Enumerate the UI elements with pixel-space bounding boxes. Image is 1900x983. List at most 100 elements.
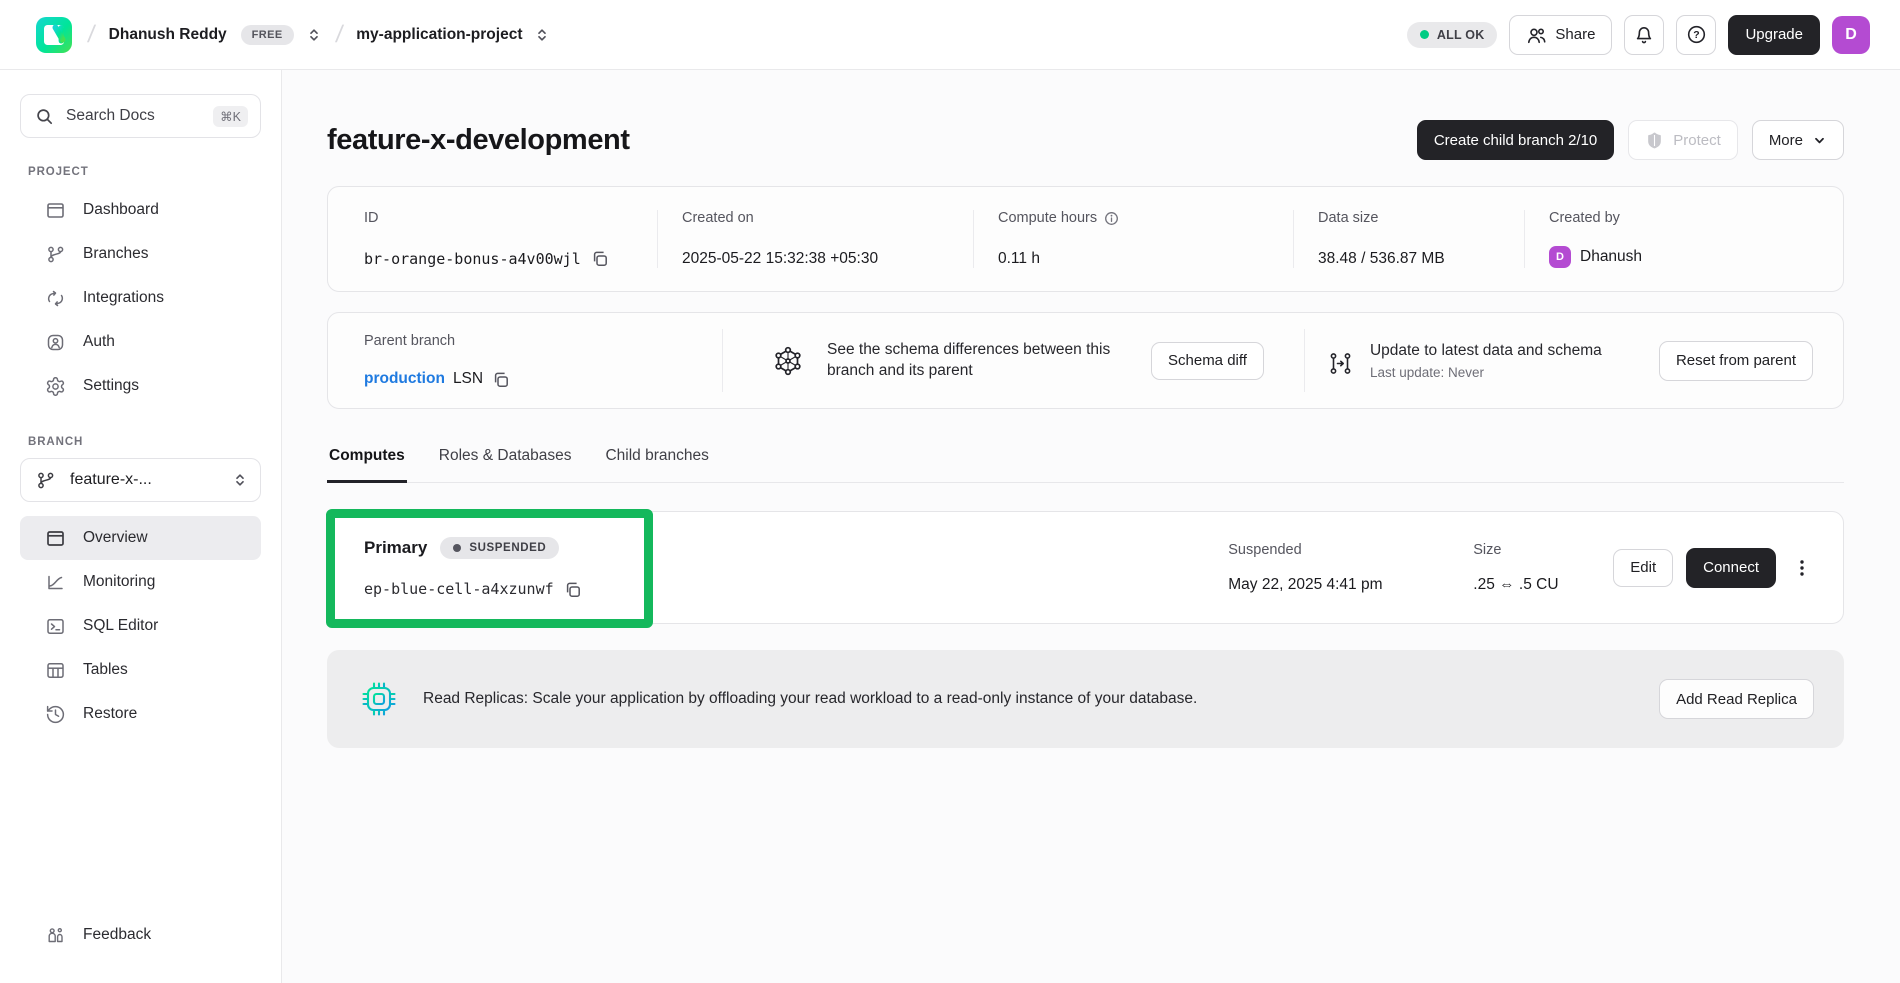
sidebar-item-label: Auth xyxy=(83,333,115,351)
data-size-value: 38.48 / 536.87 MB xyxy=(1318,250,1524,268)
dashboard-icon xyxy=(45,200,66,221)
sidebar-item-dashboard[interactable]: Dashboard xyxy=(20,188,261,232)
sidebar-item-label: Overview xyxy=(83,529,148,547)
created-by-value: Dhanush xyxy=(1580,248,1642,266)
create-child-branch-button[interactable]: Create child branch 2/10 xyxy=(1417,120,1614,160)
suspended-dot-icon xyxy=(453,544,461,552)
feedback-button[interactable]: Feedback xyxy=(20,913,261,957)
sidebar-item-tables[interactable]: Tables xyxy=(20,648,261,692)
tab-child-branches[interactable]: Child branches xyxy=(603,447,710,482)
lsn-label: LSN xyxy=(453,370,483,388)
sidebar-item-integrations[interactable]: Integrations xyxy=(20,276,261,320)
compute-status-badge: SUSPENDED xyxy=(440,537,559,559)
compute-row: Primary SUSPENDED ep-blue-cell-a4xzunwf xyxy=(327,511,1844,624)
sidebar-item-label: Restore xyxy=(83,705,137,723)
more-button[interactable]: More xyxy=(1752,120,1844,160)
plan-badge: FREE xyxy=(241,25,294,45)
created-on-label: Created on xyxy=(682,210,973,226)
page-title: feature-x-development xyxy=(327,124,630,157)
sidebar-item-monitoring[interactable]: Monitoring xyxy=(20,560,261,604)
chip-icon xyxy=(361,681,397,717)
svg-text:?: ? xyxy=(1693,29,1699,41)
read-replica-banner: Read Replicas: Scale your application by… xyxy=(327,650,1844,748)
sidebar-item-label: Integrations xyxy=(83,289,164,307)
copy-icon[interactable] xyxy=(491,370,510,389)
breadcrumb-separator: / xyxy=(334,21,345,49)
suspended-value: May 22, 2025 4:41 pm xyxy=(1228,576,1443,594)
monitoring-icon xyxy=(45,572,66,593)
status-ok-dot-icon xyxy=(1420,30,1429,39)
share-button-label: Share xyxy=(1555,26,1595,43)
sidebar-item-label: Dashboard xyxy=(83,201,159,219)
help-button[interactable]: ? xyxy=(1676,15,1716,55)
branch-selector[interactable]: feature-x-... xyxy=(20,458,261,502)
size-label: Size xyxy=(1473,542,1583,558)
read-replica-description: Read Replicas: Scale your application by… xyxy=(423,690,1633,708)
status-badge[interactable]: ALL OK xyxy=(1407,22,1498,48)
search-docs-input[interactable]: Search Docs ⌘K xyxy=(20,94,261,138)
project-switcher-chevrons-icon[interactable] xyxy=(534,27,550,43)
notifications-button[interactable] xyxy=(1624,15,1664,55)
info-icon[interactable] xyxy=(1104,211,1119,226)
sidebar-item-restore[interactable]: Restore xyxy=(20,692,261,736)
shield-icon xyxy=(1645,131,1664,150)
tables-icon xyxy=(45,660,66,681)
sidebar-item-label: Settings xyxy=(83,377,139,395)
breadcrumb-project[interactable]: my-application-project xyxy=(356,26,522,44)
branch-id-value: br-orange-bonus-a4v00wjl xyxy=(364,250,581,268)
protect-button-label: Protect xyxy=(1673,132,1721,149)
project-section-label: PROJECT xyxy=(28,166,261,178)
creator-avatar: D xyxy=(1549,246,1571,268)
branches-icon xyxy=(45,244,66,265)
share-button[interactable]: Share xyxy=(1509,15,1612,55)
main-content: feature-x-development Create child branc… xyxy=(282,70,1900,983)
compute-hours-label: Compute hours xyxy=(998,210,1097,226)
branch-selector-value: feature-x-... xyxy=(70,471,218,489)
sidebar-item-overview[interactable]: Overview xyxy=(20,516,261,560)
created-on-value: 2025-05-22 15:32:38 +05:30 xyxy=(682,250,973,268)
kebab-menu-icon[interactable] xyxy=(1789,552,1815,584)
parent-branch-link[interactable]: production xyxy=(364,370,445,388)
copy-icon[interactable] xyxy=(563,580,582,599)
overview-icon xyxy=(45,528,66,549)
protect-button[interactable]: Protect xyxy=(1628,120,1738,160)
tab-roles-databases[interactable]: Roles & Databases xyxy=(437,447,574,482)
sidebar-item-label: Tables xyxy=(83,661,128,679)
sidebar-item-label: Branches xyxy=(83,245,148,263)
schema-diff-description: See the schema differences between this … xyxy=(827,340,1129,382)
status-badge-label: ALL OK xyxy=(1437,28,1485,42)
data-size-label: Data size xyxy=(1318,210,1524,226)
branch-section-label: BRANCH xyxy=(28,436,261,448)
schema-diff-button[interactable]: Schema diff xyxy=(1151,342,1264,380)
reset-from-parent-button[interactable]: Reset from parent xyxy=(1659,341,1813,381)
sidebar-item-branches[interactable]: Branches xyxy=(20,232,261,276)
breadcrumb-separator: / xyxy=(86,21,97,49)
integrations-icon xyxy=(45,288,66,309)
sidebar-item-sql-editor[interactable]: SQL Editor xyxy=(20,604,261,648)
copy-icon[interactable] xyxy=(590,249,609,268)
reset-flow-icon xyxy=(1327,350,1354,377)
help-icon: ? xyxy=(1686,24,1707,45)
chevron-down-icon xyxy=(1812,133,1827,148)
connect-button[interactable]: Connect xyxy=(1686,548,1776,588)
branch-tabs: Computes Roles & Databases Child branche… xyxy=(327,447,1844,483)
add-read-replica-button[interactable]: Add Read Replica xyxy=(1659,679,1814,719)
tab-computes[interactable]: Computes xyxy=(327,447,407,483)
org-switcher-chevrons-icon[interactable] xyxy=(306,27,322,43)
endpoint-id-value: ep-blue-cell-a4xzunwf xyxy=(364,580,554,598)
edit-button[interactable]: Edit xyxy=(1613,549,1673,587)
sidebar-item-settings[interactable]: Settings xyxy=(20,364,261,408)
neon-logo-icon[interactable] xyxy=(34,15,74,55)
compute-name: Primary xyxy=(364,538,427,558)
search-icon xyxy=(35,107,54,126)
upgrade-button[interactable]: Upgrade xyxy=(1728,15,1820,55)
created-by-label: Created by xyxy=(1549,210,1843,226)
breadcrumb-org[interactable]: Dhanush Reddy xyxy=(109,26,227,44)
branch-icon xyxy=(35,470,56,491)
sidebar-item-auth[interactable]: Auth xyxy=(20,320,261,364)
user-avatar[interactable]: D xyxy=(1832,16,1870,54)
search-shortcut-badge: ⌘K xyxy=(213,106,248,127)
more-button-label: More xyxy=(1769,132,1803,149)
branch-info-card: ID br-orange-bonus-a4v00wjl Created on 2… xyxy=(327,186,1844,292)
suspended-label: Suspended xyxy=(1228,542,1443,558)
